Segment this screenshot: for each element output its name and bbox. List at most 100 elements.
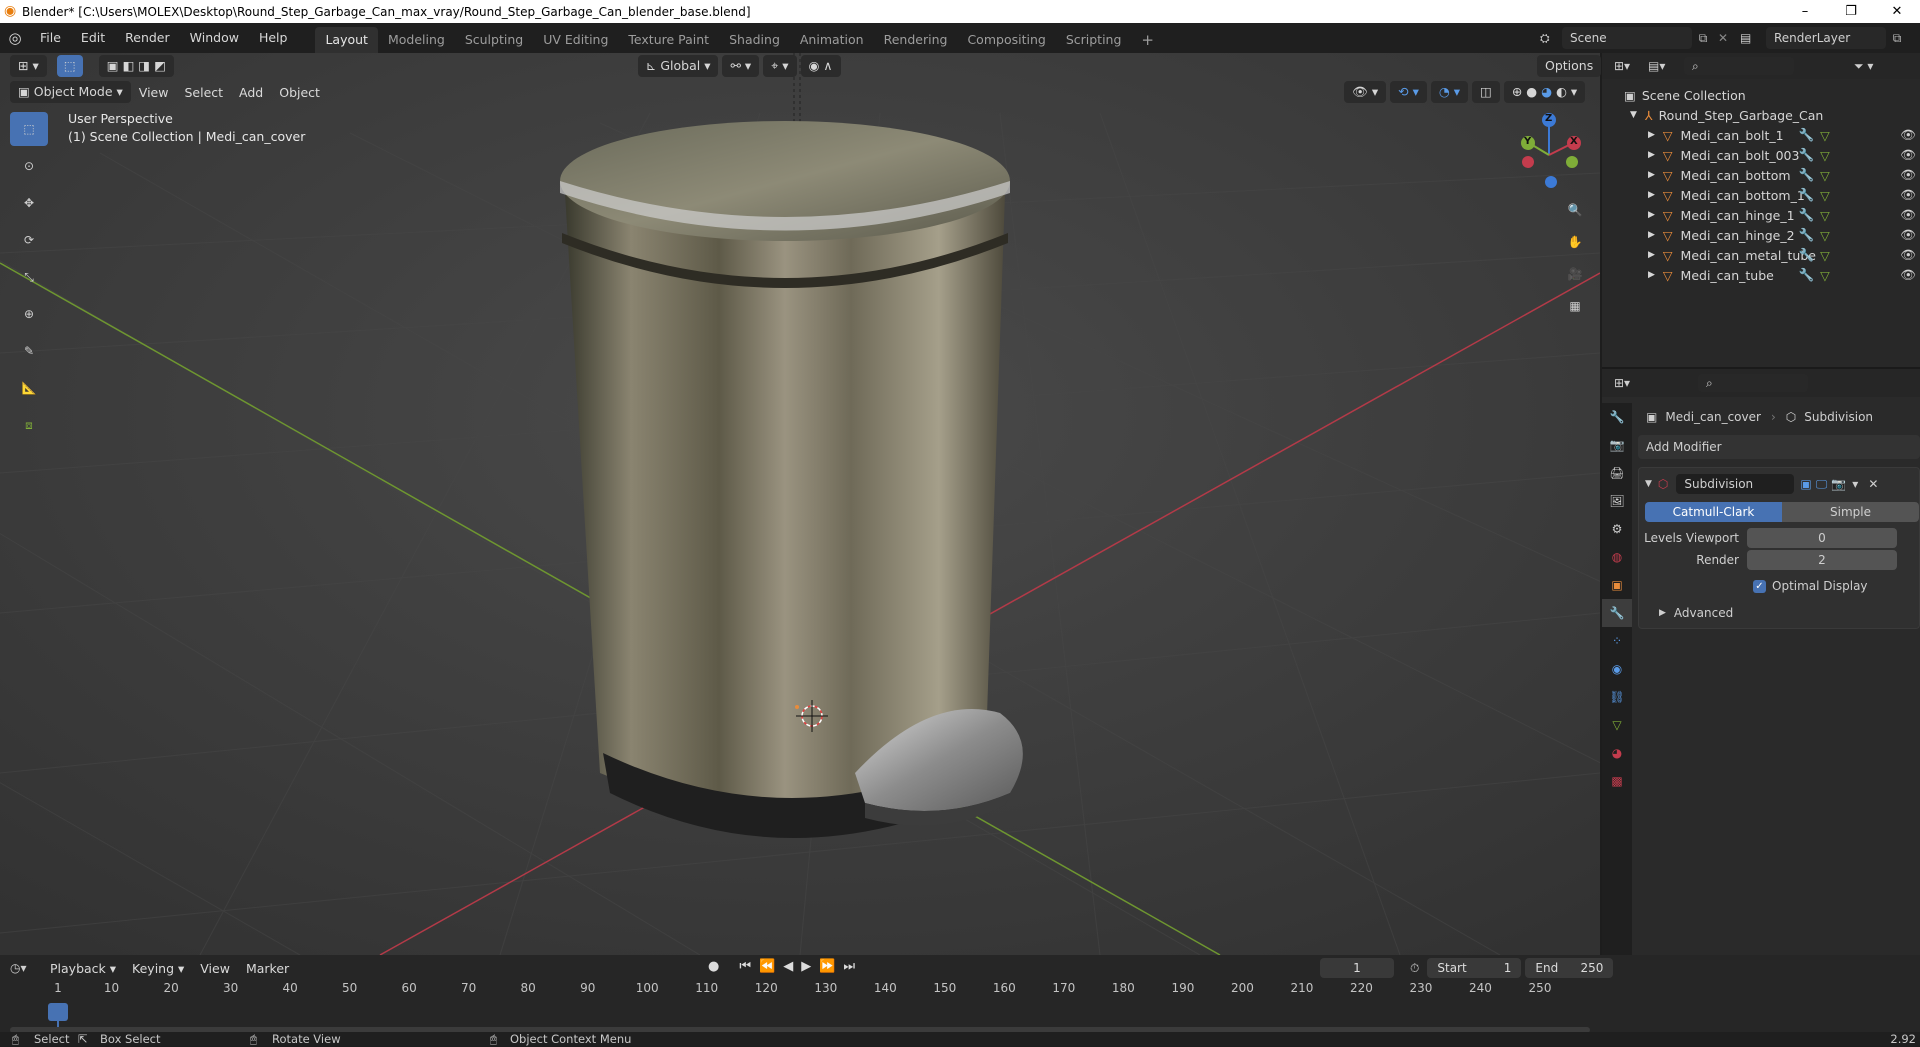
menu-render[interactable]: Render: [115, 23, 180, 53]
menu-select[interactable]: Select: [176, 85, 231, 100]
start-frame-field[interactable]: Start 1: [1427, 958, 1522, 978]
expand-arrow-icon[interactable]: ▶: [1648, 210, 1655, 220]
modifier-wrench-icon[interactable]: 🔧: [1799, 247, 1815, 263]
modifier-wrench-icon[interactable]: 🔧: [1799, 127, 1815, 143]
mesh-data-icon[interactable]: ▽: [1820, 268, 1830, 283]
maximize-button[interactable]: ❐: [1828, 0, 1874, 23]
transform-tool-icon[interactable]: ⊕: [10, 297, 48, 331]
mesh-data-icon[interactable]: ▽: [1820, 128, 1830, 143]
tab-shading[interactable]: Shading: [719, 27, 790, 53]
add-cube-tool-icon[interactable]: ⧈: [10, 408, 48, 442]
visibility-eye-icon[interactable]: 👁: [1900, 167, 1916, 183]
gizmo-toggle-icon[interactable]: ⟲ ▾: [1390, 81, 1427, 103]
expand-arrow-icon[interactable]: ▶: [1648, 270, 1655, 280]
outliner-row-object[interactable]: ▶ ▽ Medi_can_bottom 🔧 ▽ 👁: [1602, 165, 1920, 185]
visibility-eye-icon[interactable]: 👁: [1900, 187, 1916, 203]
object-tab-icon[interactable]: ▣: [1602, 571, 1632, 599]
menu-marker[interactable]: Marker: [238, 961, 297, 976]
grid-perspective-icon[interactable]: ▦: [1560, 291, 1590, 321]
texture-tab-icon[interactable]: ▩: [1602, 767, 1632, 795]
preview-range-icon[interactable]: ⏱: [1410, 961, 1419, 976]
outliner-search-input[interactable]: ⌕: [1684, 57, 1794, 75]
menu-playback[interactable]: Playback ▾: [42, 961, 124, 976]
visibility-eye-icon[interactable]: 👁: [1900, 127, 1916, 143]
options-dropdown[interactable]: Options: [1537, 55, 1602, 77]
outliner-row-object[interactable]: ▶ ▽ Medi_can_metal_tube 🔧 ▽ 👁: [1602, 245, 1920, 265]
timeline-editor-icon[interactable]: ◷▾: [10, 961, 42, 975]
menu-view[interactable]: View: [131, 85, 177, 100]
constraints-tab-icon[interactable]: ⛓: [1602, 683, 1632, 711]
outliner-row-object[interactable]: ▶ ▽ Medi_can_bottom_1 🔧 ▽ 👁: [1602, 185, 1920, 205]
end-frame-field[interactable]: End 250: [1525, 958, 1614, 978]
tab-animation[interactable]: Animation: [790, 27, 874, 53]
edit-mode-toggle-icon[interactable]: ▣: [1800, 477, 1811, 491]
tool-tab-icon[interactable]: 🔧: [1602, 403, 1632, 431]
zoom-icon[interactable]: 🔍: [1560, 195, 1590, 225]
prev-keyframe-icon[interactable]: ⏪: [759, 959, 775, 974]
select-box-tool-icon[interactable]: ⬚: [10, 112, 48, 146]
gizmo-x-label[interactable]: X: [1570, 136, 1578, 147]
mesh-data-icon[interactable]: ▽: [1820, 248, 1830, 263]
camera-icon[interactable]: 🎥: [1560, 259, 1590, 289]
outliner-row-scene-collection[interactable]: ▣ Scene Collection: [1602, 85, 1920, 105]
visibility-icon[interactable]: 👁 ▾: [1344, 81, 1387, 103]
advanced-subpanel-toggle[interactable]: ▶ Advanced: [1639, 604, 1919, 622]
catmull-clark-button[interactable]: Catmull-Clark: [1645, 502, 1782, 522]
timeline-ruler[interactable]: 1 10 20 30 40 50 60 70 80 90 100 110 120 130 140 150 160…: [0, 977, 1600, 1033]
modifier-name-field[interactable]: Subdivision: [1676, 474, 1795, 494]
modifier-tab-icon[interactable]: 🔧: [1602, 599, 1632, 627]
next-keyframe-icon[interactable]: ⏩: [819, 959, 835, 974]
selection-mode-icons[interactable]: ▣ ◧ ◨ ◩: [98, 55, 174, 77]
tab-rendering[interactable]: Rendering: [874, 27, 958, 53]
overlay-toggle-icon[interactable]: ◔ ▾: [1430, 81, 1469, 103]
view-layer-tab-icon[interactable]: 🖼: [1602, 487, 1632, 515]
viewport-toggle-icon[interactable]: 🖵: [1816, 477, 1828, 492]
modifier-collapse-icon[interactable]: ▼: [1645, 479, 1652, 489]
optimal-display-checkbox[interactable]: ✓: [1753, 579, 1766, 593]
add-workspace-button[interactable]: +: [1131, 27, 1164, 53]
expand-arrow-icon[interactable]: ▶: [1648, 250, 1655, 260]
simple-button[interactable]: Simple: [1782, 502, 1919, 522]
display-mode-icon[interactable]: ▤▾: [1648, 59, 1684, 73]
outliner-row-collection[interactable]: ▼ ⅄ Round_Step_Garbage_Can: [1602, 105, 1920, 125]
expand-arrow-icon[interactable]: ▼: [1630, 110, 1637, 120]
menu-timeline-view[interactable]: View: [192, 961, 238, 976]
playhead[interactable]: [48, 1003, 68, 1021]
measure-tool-icon[interactable]: 📐: [10, 371, 48, 405]
expand-arrow-icon[interactable]: ▶: [1648, 230, 1655, 240]
particles-tab-icon[interactable]: ⁘: [1602, 627, 1632, 655]
modifier-wrench-icon[interactable]: 🔧: [1799, 207, 1815, 223]
filter-icon[interactable]: ⏷ ▾: [1854, 59, 1873, 74]
tab-scripting[interactable]: Scripting: [1056, 27, 1132, 53]
editor-type-icon[interactable]: ⊞ ▾: [10, 55, 47, 77]
remove-scene-icon[interactable]: ✕: [1714, 31, 1732, 45]
play-reverse-icon[interactable]: ◀: [783, 959, 793, 974]
outliner-editor-icon[interactable]: ⊞▾: [1614, 59, 1648, 73]
material-tab-icon[interactable]: ◕: [1602, 739, 1632, 767]
3d-viewport[interactable]: Z X Y: [0, 53, 1600, 955]
transform-orientation-dropdown[interactable]: ⊾ Global ▾: [637, 55, 719, 77]
expand-arrow-icon[interactable]: ▶: [1648, 170, 1655, 180]
xray-icon[interactable]: ◫: [1472, 81, 1500, 103]
select-mode-icon[interactable]: ⬚: [56, 55, 83, 77]
mesh-data-icon[interactable]: ▽: [1820, 168, 1830, 183]
object-mode-dropdown[interactable]: ▣ Object Mode ▾: [10, 81, 131, 103]
jump-end-icon[interactable]: ⏭: [843, 959, 855, 974]
outliner-row-object[interactable]: ▶ ▽ Medi_can_bolt_1 🔧 ▽ 👁: [1602, 125, 1920, 145]
physics-tab-icon[interactable]: ◉: [1602, 655, 1632, 683]
auto-keying-icon[interactable]: ●: [708, 959, 719, 974]
menu-window[interactable]: Window: [180, 23, 249, 53]
modifier-menu-icon[interactable]: ▾: [1852, 477, 1858, 491]
jump-start-icon[interactable]: ⏮: [739, 959, 751, 974]
tab-layout[interactable]: Layout: [315, 27, 378, 53]
visibility-eye-icon[interactable]: 👁: [1900, 247, 1916, 263]
visibility-eye-icon[interactable]: 👁: [1900, 207, 1916, 223]
tab-uv-editing[interactable]: UV Editing: [533, 27, 618, 53]
minimize-button[interactable]: –: [1782, 0, 1828, 23]
menu-add[interactable]: Add: [231, 85, 271, 100]
new-render-layer-icon[interactable]: ⧉: [1886, 31, 1908, 46]
tab-sculpting[interactable]: Sculpting: [455, 27, 533, 53]
tab-compositing[interactable]: Compositing: [957, 27, 1055, 53]
world-tab-icon[interactable]: ◍: [1602, 543, 1632, 571]
expand-arrow-icon[interactable]: ▶: [1648, 130, 1655, 140]
